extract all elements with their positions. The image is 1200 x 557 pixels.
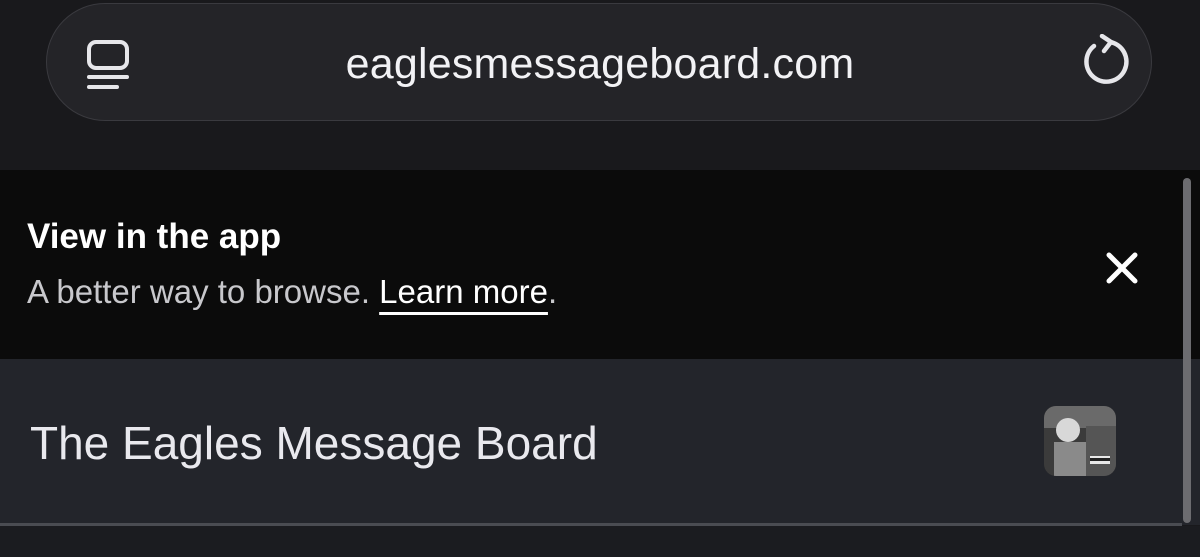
avatar-image <box>1044 406 1116 476</box>
banner-subtitle: A better way to browse. Learn more. <box>27 272 557 312</box>
site-title[interactable]: The Eagles Message Board <box>30 415 598 471</box>
reader-mode-icon[interactable] <box>84 36 136 92</box>
banner-title: View in the app <box>27 217 282 256</box>
banner-subtitle-period: . <box>547 273 558 310</box>
avatar[interactable] <box>1044 406 1116 476</box>
scrollbar[interactable] <box>1183 178 1191 523</box>
browser-page: eaglesmessageboard.com View in the app A… <box>0 0 1200 557</box>
learn-more-link[interactable]: Learn more <box>379 273 548 310</box>
close-icon[interactable] <box>1098 244 1146 292</box>
app-banner: View in the app A better way to browse. … <box>0 170 1200 359</box>
reload-icon[interactable] <box>1080 34 1132 90</box>
url-text[interactable]: eaglesmessageboard.com <box>200 36 1000 92</box>
banner-subtitle-text: A better way to browse. <box>27 273 380 310</box>
page-content <box>0 526 1200 557</box>
site-header: The Eagles Message Board <box>0 359 1200 525</box>
browser-toolbar: eaglesmessageboard.com <box>0 0 1200 170</box>
